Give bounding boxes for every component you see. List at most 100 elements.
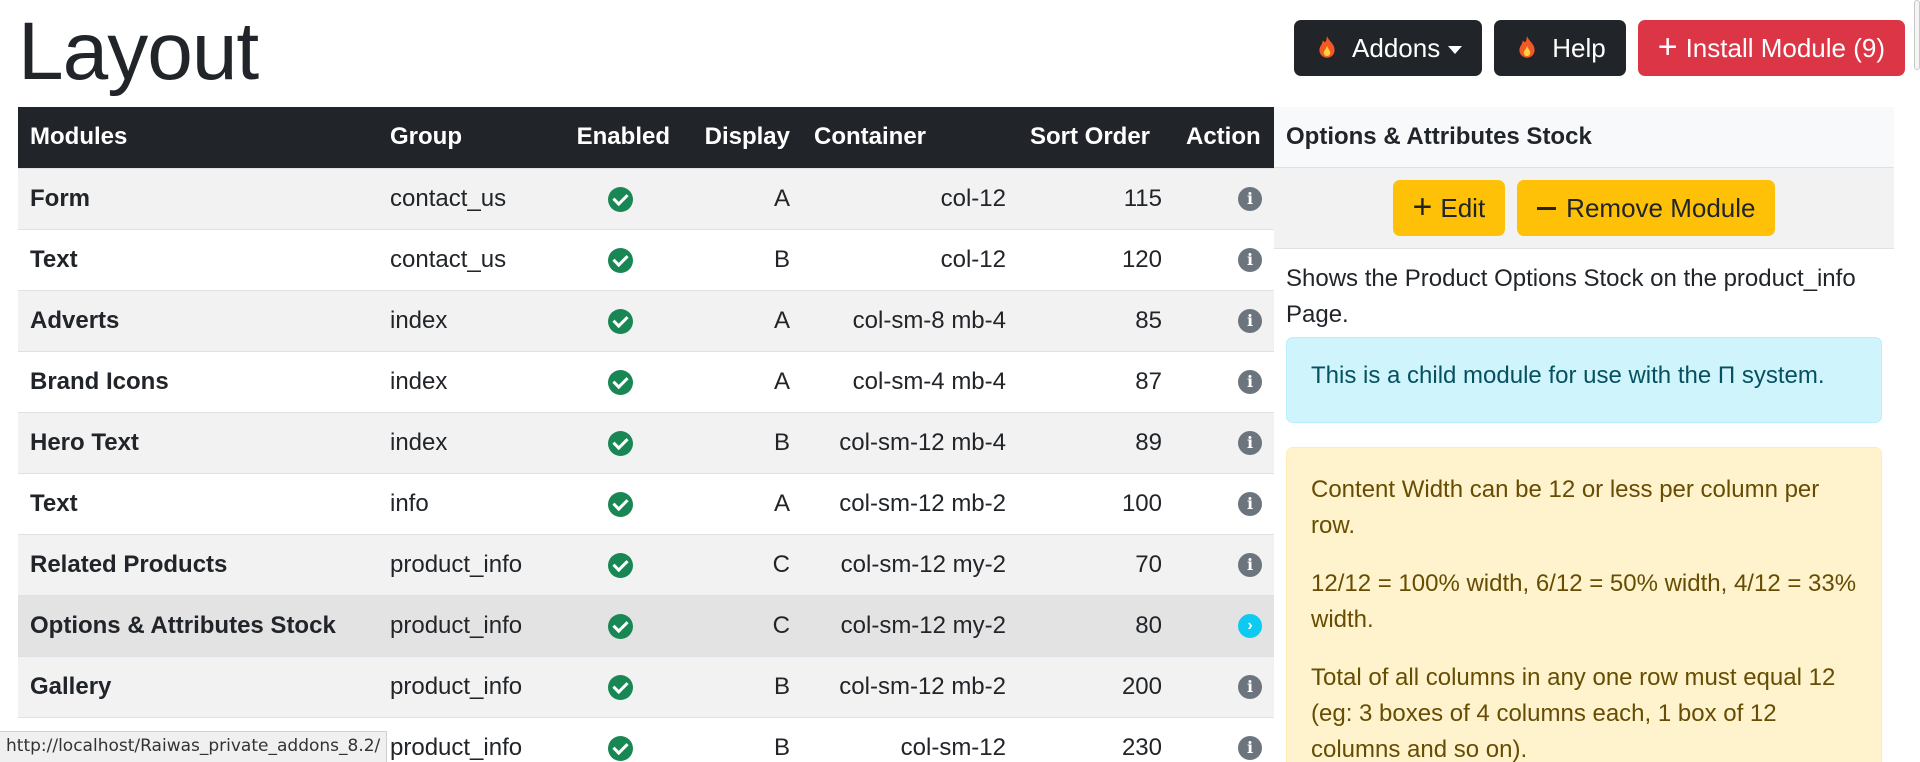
enabled-cell bbox=[558, 228, 682, 290]
action-cell: i bbox=[1174, 655, 1274, 717]
module-group: contact_us bbox=[378, 167, 558, 229]
install-module-button[interactable]: + Install Module (9) bbox=[1637, 20, 1905, 76]
table-row[interactable]: Text info Acol-sm-12 mb-2 100 i bbox=[18, 472, 1274, 534]
enabled-cell bbox=[558, 594, 682, 656]
table-header-row: Modules Group Enabled Display Container … bbox=[18, 107, 1274, 168]
table-row[interactable]: Related Products product_info Ccol-sm-12 m… bbox=[18, 533, 1274, 595]
table-row[interactable]: Hero Text index Bcol-sm-12 mb-4 89 i bbox=[18, 411, 1274, 473]
module-display: A bbox=[682, 167, 802, 229]
module-container: col-sm-12 mb-2 bbox=[802, 472, 1018, 534]
module-group: contact_us bbox=[378, 228, 558, 290]
info-icon[interactable]: i bbox=[1238, 431, 1262, 456]
info-icon[interactable]: i bbox=[1238, 553, 1262, 578]
module-name: Brand Icons bbox=[18, 350, 378, 412]
top-actions: Addons Help + Install Module (9) bbox=[1294, 20, 1905, 76]
check-circle-icon bbox=[607, 735, 633, 761]
module-display: B bbox=[682, 411, 802, 473]
module-sort-order: 70 bbox=[1018, 533, 1174, 595]
table-row[interactable]: Gallery product_info Bcol-sm-12 mb-2 200 i bbox=[18, 655, 1274, 717]
module-name: Gallery bbox=[18, 655, 378, 717]
module-group: product_info bbox=[378, 716, 558, 762]
module-container: col-sm-4 mb-4 bbox=[802, 350, 1018, 412]
install-label: Install Module (9) bbox=[1685, 32, 1885, 63]
module-container: col-sm-12 mb-4 bbox=[802, 411, 1018, 473]
module-display: B bbox=[682, 655, 802, 717]
addons-label: Addons bbox=[1352, 32, 1441, 63]
check-circle-icon bbox=[607, 674, 633, 700]
edit-button[interactable]: + Edit bbox=[1392, 180, 1506, 236]
action-cell: i bbox=[1174, 533, 1274, 595]
edit-label: Edit bbox=[1440, 192, 1486, 223]
chevron-right-icon[interactable]: › bbox=[1238, 614, 1262, 639]
module-sort-order: 200 bbox=[1018, 655, 1174, 717]
check-circle-icon bbox=[607, 369, 633, 395]
warning-paragraph: Total of all columns in any one row must… bbox=[1311, 664, 1836, 762]
action-cell: i bbox=[1174, 472, 1274, 534]
action-cell: i bbox=[1174, 289, 1274, 351]
check-circle-icon bbox=[607, 247, 633, 273]
help-label: Help bbox=[1552, 32, 1606, 63]
help-button[interactable]: Help bbox=[1494, 20, 1626, 76]
module-group: product_info bbox=[378, 655, 558, 717]
module-sort-order: 80 bbox=[1018, 594, 1174, 656]
info-icon[interactable]: i bbox=[1238, 736, 1262, 761]
header-action: Action bbox=[1174, 107, 1274, 168]
module-group: index bbox=[378, 350, 558, 412]
module-container: col-sm-12 bbox=[802, 716, 1018, 762]
module-sort-order: 120 bbox=[1018, 228, 1174, 290]
module-container: col-sm-8 mb-4 bbox=[802, 289, 1018, 351]
module-container: col-sm-12 mb-2 bbox=[802, 655, 1018, 717]
table-row[interactable]: Options & Attributes Stock product_info Cc… bbox=[18, 594, 1274, 656]
enabled-cell bbox=[558, 716, 682, 762]
info-icon[interactable]: i bbox=[1238, 187, 1262, 212]
info-alert: This is a child module for use with the … bbox=[1286, 337, 1882, 423]
action-cell: › bbox=[1174, 594, 1274, 656]
check-circle-icon bbox=[607, 308, 633, 334]
check-circle-icon bbox=[607, 552, 633, 578]
scrollbar-thumb[interactable] bbox=[1914, 0, 1920, 70]
module-container: col-sm-12 my-2 bbox=[802, 594, 1018, 656]
module-display: B bbox=[682, 228, 802, 290]
enabled-cell bbox=[558, 655, 682, 717]
action-cell: i bbox=[1174, 411, 1274, 473]
flame-icon bbox=[1519, 36, 1535, 58]
module-name: Related Products bbox=[18, 533, 378, 595]
module-group: index bbox=[378, 289, 558, 351]
header-display: Display bbox=[682, 107, 802, 168]
enabled-cell bbox=[558, 411, 682, 473]
module-display: A bbox=[682, 289, 802, 351]
info-icon[interactable]: i bbox=[1238, 675, 1262, 700]
enabled-cell bbox=[558, 533, 682, 595]
info-icon[interactable]: i bbox=[1238, 370, 1262, 395]
info-icon[interactable]: i bbox=[1238, 309, 1262, 334]
module-display: A bbox=[682, 472, 802, 534]
table-row[interactable]: Text contact_us Bcol-12 120 i bbox=[18, 228, 1274, 290]
header-enabled: Enabled bbox=[558, 107, 682, 168]
table-row[interactable]: Adverts index Acol-sm-8 mb-4 85 i bbox=[18, 289, 1274, 351]
warning-paragraph: Content Width can be 12 or less per colu… bbox=[1311, 476, 1820, 539]
info-icon[interactable]: i bbox=[1238, 248, 1262, 273]
module-display: A bbox=[682, 350, 802, 412]
module-container: col-12 bbox=[802, 228, 1018, 290]
module-name: Form bbox=[18, 167, 378, 229]
table-row[interactable]: Brand Icons index Acol-sm-4 mb-4 87 i bbox=[18, 350, 1274, 412]
module-group: product_info bbox=[378, 594, 558, 656]
module-container: col-sm-12 my-2 bbox=[802, 533, 1018, 595]
table-row[interactable]: Form contact_us Acol-12 115 i bbox=[18, 167, 1274, 229]
enabled-cell bbox=[558, 167, 682, 229]
plus-icon: + bbox=[1657, 27, 1678, 66]
page-title: Layout bbox=[18, 6, 259, 97]
check-circle-icon bbox=[607, 186, 633, 212]
remove-module-button[interactable]: Remove Module bbox=[1517, 180, 1776, 236]
addons-dropdown-button[interactable]: Addons bbox=[1294, 20, 1483, 76]
info-icon[interactable]: i bbox=[1238, 492, 1262, 517]
module-sort-order: 100 bbox=[1018, 472, 1174, 534]
module-group: index bbox=[378, 411, 558, 473]
module-display: C bbox=[682, 533, 802, 595]
module-name: Options & Attributes Stock bbox=[18, 594, 378, 656]
panel-title: Options & Attributes Stock bbox=[1274, 107, 1894, 168]
module-name: Text bbox=[18, 228, 378, 290]
module-sort-order: 85 bbox=[1018, 289, 1174, 351]
action-cell: i bbox=[1174, 716, 1274, 762]
warning-alert: Content Width can be 12 or less per colu… bbox=[1286, 447, 1882, 762]
